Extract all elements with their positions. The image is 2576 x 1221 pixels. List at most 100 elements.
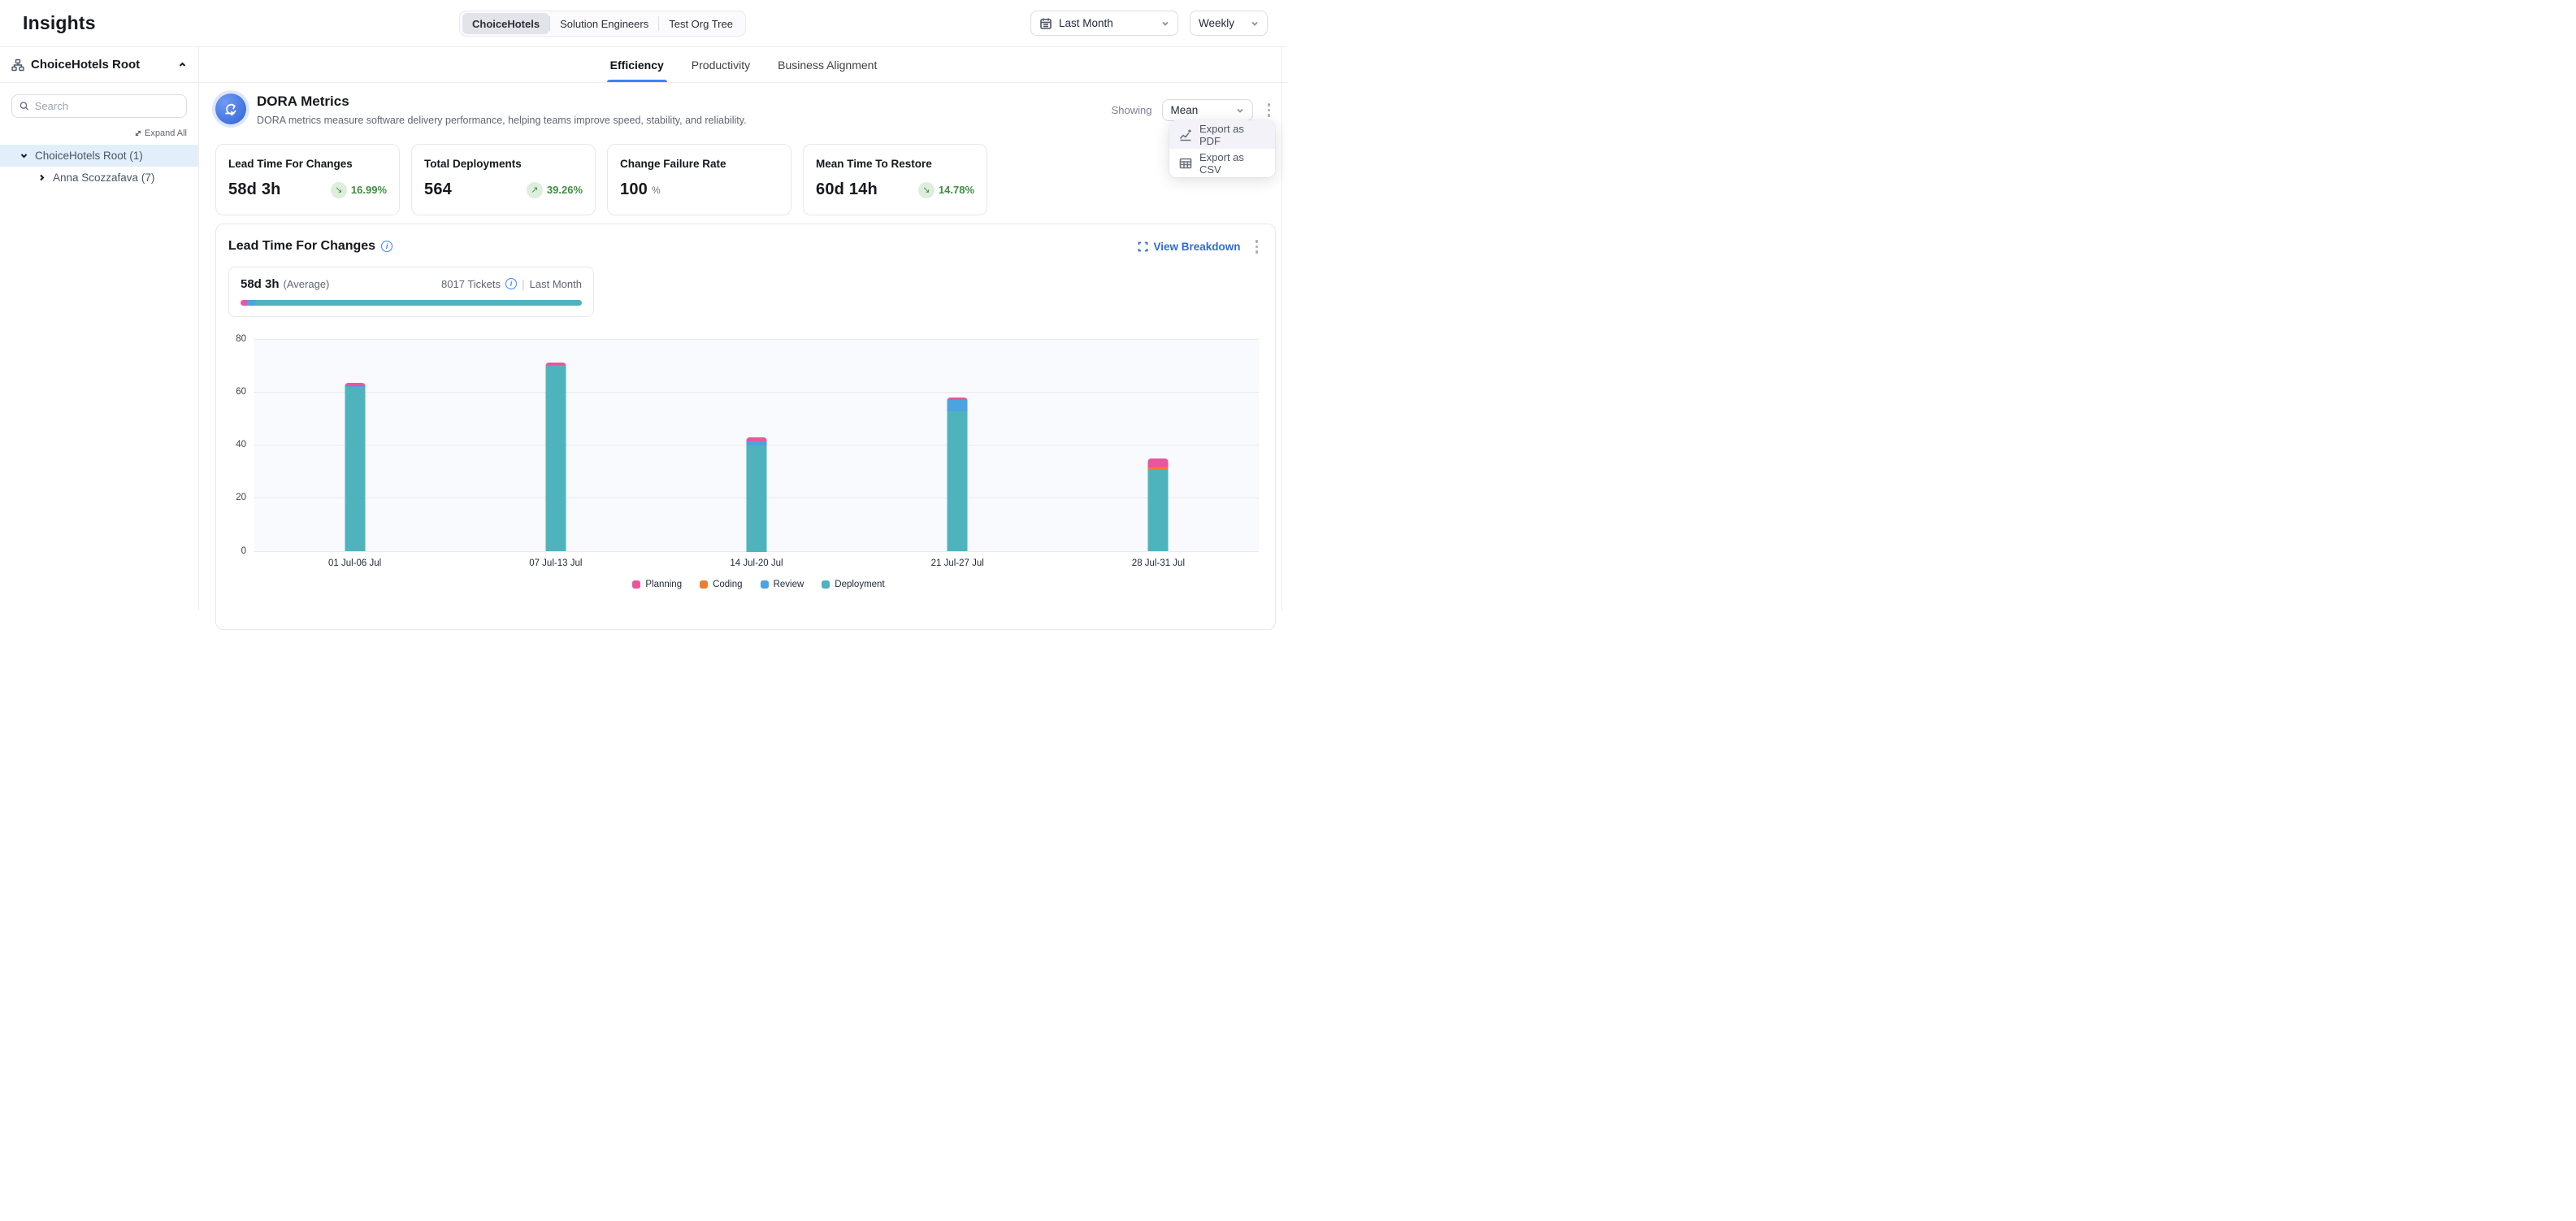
main-area: Efficiency Productivity Business Alignme… xyxy=(199,47,1288,610)
dora-description: DORA metrics measure software delivery p… xyxy=(257,115,747,126)
chart-column xyxy=(254,340,455,552)
bar-07-jul-13-jul[interactable] xyxy=(545,363,566,552)
tree-item-label: ChoiceHotels Root (1) xyxy=(35,150,143,162)
summary-period: Last Month xyxy=(530,278,582,290)
summary-qualifier: (Average) xyxy=(284,278,330,290)
bar-28-jul-31-jul[interactable] xyxy=(1148,458,1169,551)
view-breakdown-button[interactable]: View Breakdown xyxy=(1138,241,1240,253)
period-dropdown-value: Last Month xyxy=(1059,17,1113,29)
legend-item-review: Review xyxy=(761,580,804,589)
chart-legend: PlanningCodingReviewDeployment xyxy=(254,580,1263,589)
progress-segment-planning xyxy=(241,300,247,306)
search-input[interactable] xyxy=(35,100,179,112)
summary-value: 58d 3h xyxy=(241,277,280,291)
table-icon xyxy=(1179,157,1192,170)
corners-expand-icon xyxy=(1138,241,1148,252)
bar-14-jul-20-jul[interactable] xyxy=(746,437,766,551)
card-title: Lead Time For Changes xyxy=(228,158,387,170)
insights-app: Insights ChoiceHotels Solution Engineers… xyxy=(0,0,1288,610)
chart-x-axis: 01 Jul-06 Jul07 Jul-13 Jul14 Jul-20 Jul2… xyxy=(254,558,1259,568)
bar-segment-deployment xyxy=(948,411,968,551)
org-segmented-control: ChoiceHotels Solution Engineers Test Org… xyxy=(459,11,746,37)
card-value: 564 xyxy=(424,180,452,199)
x-tick-label: 21 Jul-27 Jul xyxy=(857,558,1058,568)
menu-item-export-csv[interactable]: Export as CSV xyxy=(1169,149,1275,177)
chevron-down-icon[interactable] xyxy=(20,151,28,160)
bar-segment-review xyxy=(948,400,968,411)
kebab-menu-icon[interactable] xyxy=(1251,237,1264,257)
granularity-dropdown-value: Weekly xyxy=(1199,17,1234,29)
x-tick-label: 14 Jul-20 Jul xyxy=(656,558,856,568)
card-title: Total Deployments xyxy=(424,158,583,170)
iteration-icon xyxy=(215,93,246,124)
delta-badge: ↘ 16.99% xyxy=(331,182,387,198)
bar-segment-planning xyxy=(1148,458,1169,467)
lead-time-chart: 020406080 01 Jul-06 Jul07 Jul-13 Jul14 J… xyxy=(228,340,1263,589)
legend-swatch xyxy=(700,580,708,589)
sidebar-header[interactable]: ChoiceHotels Root xyxy=(0,47,198,83)
y-tick-label: 40 xyxy=(236,440,246,450)
scrollbar-track[interactable] xyxy=(1281,47,1282,610)
expand-all-label: Expand All xyxy=(145,128,187,138)
calendar-icon xyxy=(1039,17,1052,30)
info-icon[interactable]: i xyxy=(381,241,392,252)
sidebar: ChoiceHotels Root Expand All ChoiceHotel… xyxy=(0,47,199,610)
y-tick-label: 0 xyxy=(241,546,246,556)
delta-badge: ↘ 14.78% xyxy=(918,182,974,198)
tab-productivity[interactable]: Productivity xyxy=(692,59,750,82)
panel-title: Lead Time For Changes i xyxy=(228,239,392,254)
chart-column xyxy=(656,340,856,552)
bar-21-jul-27-jul[interactable] xyxy=(948,398,968,551)
tickets-count: 8017 Tickets xyxy=(441,278,501,290)
org-tab-choicehotels[interactable]: ChoiceHotels xyxy=(462,13,549,34)
chevron-down-icon xyxy=(1236,106,1244,115)
bar-segment-deployment xyxy=(345,387,365,551)
period-dropdown[interactable]: Last Month xyxy=(1030,11,1178,36)
chart-plot xyxy=(254,340,1259,552)
dora-controls: Showing Mean xyxy=(1112,99,1275,121)
chevron-right-icon[interactable] xyxy=(37,173,46,182)
top-header: Insights ChoiceHotels Solution Engineers… xyxy=(0,0,1288,47)
bar-segment-deployment xyxy=(746,445,766,552)
chevron-up-icon[interactable] xyxy=(178,60,187,69)
bar-01-jul-06-jul[interactable] xyxy=(345,383,365,552)
expand-all-icon xyxy=(134,129,142,137)
chevron-down-icon xyxy=(1161,20,1169,28)
chart-column xyxy=(455,340,656,552)
info-icon[interactable]: i xyxy=(505,278,517,289)
card-title: Mean Time To Restore xyxy=(816,158,974,170)
dora-title: DORA Metrics xyxy=(257,93,747,110)
page-title: Insights xyxy=(23,12,96,34)
expand-all-button[interactable]: Expand All xyxy=(134,128,187,138)
tab-efficiency[interactable]: Efficiency xyxy=(610,59,664,82)
trend-down-icon: ↘ xyxy=(918,182,935,198)
x-tick-label: 07 Jul-13 Jul xyxy=(455,558,656,568)
sidebar-search[interactable] xyxy=(11,94,187,118)
sidebar-root-label: ChoiceHotels Root xyxy=(31,58,171,72)
tree-item-root[interactable]: ChoiceHotels Root (1) xyxy=(0,145,198,167)
showing-dropdown[interactable]: Mean xyxy=(1162,99,1253,121)
delta-badge: ↗ 39.26% xyxy=(527,182,583,198)
org-tab-test-org-tree[interactable]: Test Org Tree xyxy=(659,13,743,34)
tree-item-anna[interactable]: Anna Scozzafava (7) xyxy=(0,167,198,189)
legend-swatch xyxy=(632,580,640,589)
progress-segment-review xyxy=(247,300,254,306)
menu-item-export-pdf[interactable]: Export as PDF xyxy=(1169,120,1275,149)
chart-line-icon xyxy=(1179,128,1192,141)
tab-business-alignment[interactable]: Business Alignment xyxy=(778,59,877,82)
kebab-menu-icon[interactable] xyxy=(1263,100,1276,120)
card-mean-time-to-restore: Mean Time To Restore 60d 14h ↘ 14.78% xyxy=(803,144,987,215)
y-tick-label: 60 xyxy=(236,387,246,397)
menu-item-label: Export as CSV xyxy=(1199,151,1265,176)
granularity-dropdown[interactable]: Weekly xyxy=(1190,11,1268,36)
card-value: 58d 3h xyxy=(228,180,281,199)
phase-progress-bar xyxy=(241,300,582,306)
delta-value: 14.78% xyxy=(939,184,974,196)
header-controls: Last Month Weekly xyxy=(1030,11,1268,36)
legend-swatch xyxy=(761,580,769,589)
org-tab-solution-engineers[interactable]: Solution Engineers xyxy=(550,13,658,34)
delta-value: 39.26% xyxy=(547,184,583,196)
card-value: 60d 14h xyxy=(816,180,878,199)
delta-value: 16.99% xyxy=(351,184,387,196)
divider-pipe: | xyxy=(522,277,525,290)
